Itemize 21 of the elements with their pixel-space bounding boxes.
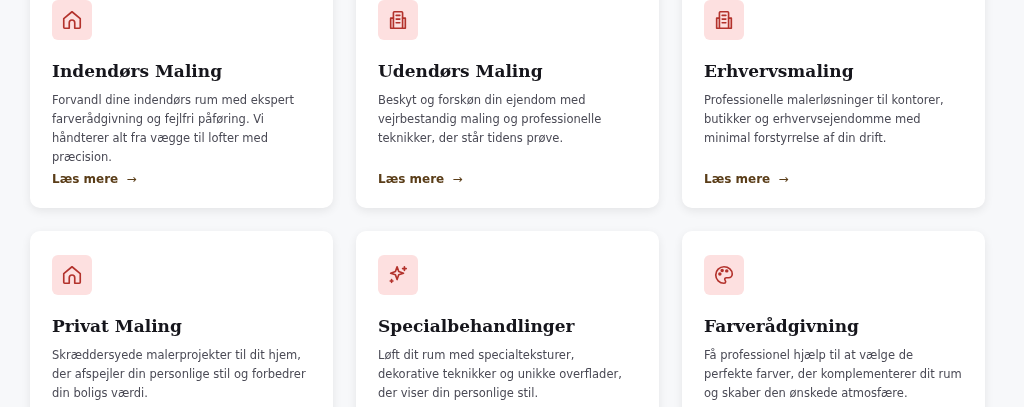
read-more-link[interactable]: Læs mere → [52,172,137,186]
card-title: Farverådgivning [704,315,860,337]
card-title: Indendørs Maling [52,60,224,82]
house-icon [52,0,92,40]
sparkles-icon [378,255,418,295]
read-more-link[interactable]: Læs mere → [704,172,789,186]
card-description: Skræddersyede malerprojekter til dit hjem, der afspejler din personlige stil og forbedrer din boligs værdi. [52,347,307,402]
card-description: Løft dit rum med specialteksturer, dekorative teknikker og unikke overflader, der viser din personlige stil. [378,347,623,402]
building-icon [378,0,418,40]
read-more-link[interactable]: Læs mere → [378,172,463,186]
house-icon [52,255,92,295]
card-title: Privat Maling [52,315,183,337]
card-title: Udendørs Maling [378,60,544,82]
palette-icon [704,255,744,295]
card-description: Professionelle malerløsninger til kontorer, butikker og erhvervsejendomme med minimal forstyrrelse af din drift. [704,92,945,147]
card-description: Beskyt og forskøn din ejendom med vejrbestandig maling og professionelle teknikker, der står tidens prøve. [378,92,603,147]
card-title: Erhvervsmaling [704,60,855,82]
card-description: Få professionel hjælp til at vælge de perfekte farver, der komplementerer dit rum og skaber den ønskede atmosfære. [704,347,963,402]
card-title: Specialbehandlinger [378,315,576,337]
building-icon [704,0,744,40]
card-description: Forvandl dine indendørs rum med ekspert farverådgivning og fejlfri påføring. Vi håndterer alt fra vægge til lofter med præcision. [52,92,296,166]
